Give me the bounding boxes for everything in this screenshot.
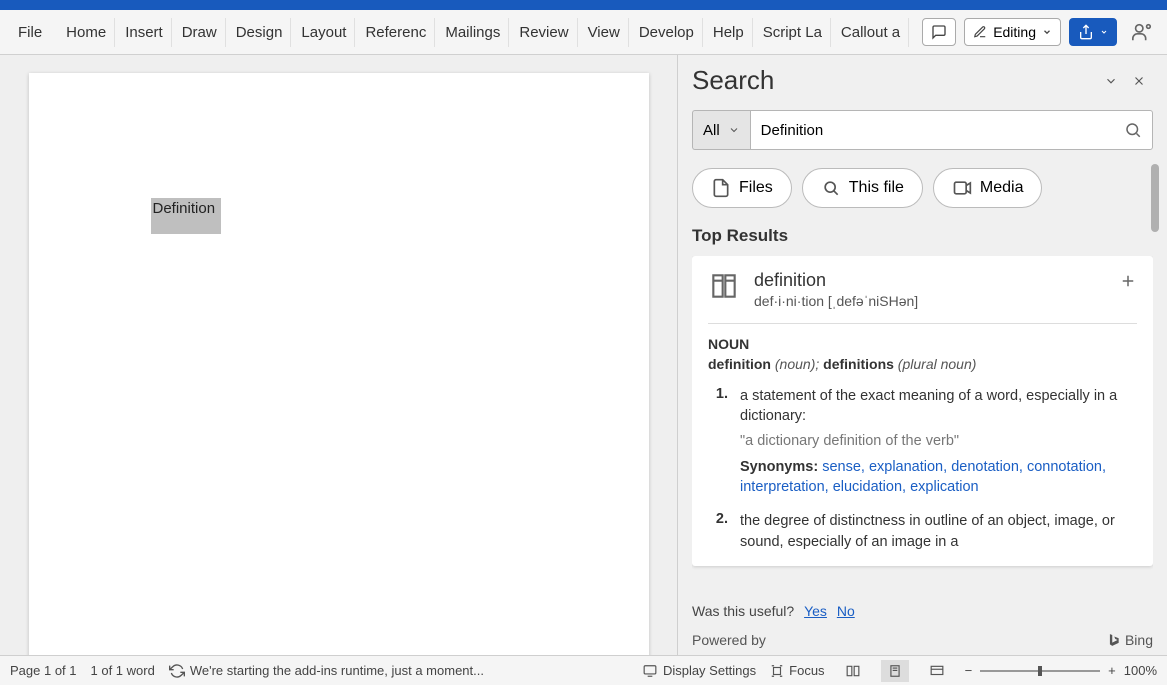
synonym-link[interactable]: denotation, [951,459,1023,475]
account-button[interactable] [1127,21,1157,43]
def-number: 2. [708,511,728,552]
plus-icon [1119,272,1137,290]
close-icon [1132,74,1146,88]
status-page[interactable]: Page 1 of 1 [10,663,77,678]
chip-label: Media [980,179,1024,197]
share-button[interactable] [1069,18,1117,46]
synonym-link[interactable]: explication [910,479,979,495]
def-example: "a dictionary definition of the verb" [740,431,1137,451]
chip-files[interactable]: Files [692,168,792,208]
synonym-link[interactable]: explanation, [869,459,947,475]
web-layout-button[interactable] [923,660,951,682]
focus-icon [770,664,784,678]
def-text: a statement of the exact meaning of a wo… [740,386,1137,427]
display-icon [642,664,658,678]
file-icon [711,178,731,198]
pane-title: Search [692,65,1097,96]
bing-logo[interactable]: Bing [1107,631,1153,649]
tab-draw[interactable]: Draw [174,18,226,47]
refresh-icon [169,663,185,679]
feedback-row: Was this useful? Yes No [692,603,1153,619]
read-mode-button[interactable] [839,660,867,682]
display-settings-button[interactable]: Display Settings [642,663,756,678]
tab-insert[interactable]: Insert [117,18,172,47]
search-input[interactable] [761,122,1124,139]
pane-close-button[interactable] [1125,67,1153,95]
tab-mailings[interactable]: Mailings [437,18,509,47]
useful-label: Was this useful? [692,603,794,619]
tab-scriptlab[interactable]: Script La [755,18,831,47]
status-message: We're starting the add-ins runtime, just… [169,663,484,679]
tab-file[interactable]: File [10,18,56,47]
synonym-link[interactable]: elucidation, [833,479,906,495]
useful-no[interactable]: No [837,603,855,619]
search-input-wrap[interactable] [750,110,1153,150]
zoom-level[interactable]: 100% [1124,663,1157,678]
card-pronunciation: def·i·ni·tion [ˌdefəˈniSHən] [754,293,918,309]
tab-review[interactable]: Review [511,18,577,47]
main-area: Definition Search All [0,55,1167,655]
search-scope-dropdown[interactable]: All [692,110,750,150]
zoom-slider[interactable] [980,670,1100,672]
document-viewport[interactable]: Definition [0,55,677,655]
zoom-out-button[interactable]: − [965,663,973,678]
part-of-speech: NOUN [708,336,1137,352]
search-file-icon [821,178,841,198]
comments-button[interactable] [922,18,956,46]
status-words[interactable]: 1 of 1 word [91,663,155,678]
selected-text-highlight[interactable]: Definition [151,198,222,234]
useful-yes[interactable]: Yes [804,603,827,619]
def-number: 1. [708,386,728,497]
tab-developer[interactable]: Develop [631,18,703,47]
synonym-link[interactable]: connotation, [1027,459,1106,475]
synonym-link[interactable]: sense, [822,459,865,475]
tab-layout[interactable]: Layout [293,18,355,47]
media-icon [952,178,972,198]
synonym-link[interactable]: interpretation, [740,479,829,495]
pane-collapse-button[interactable] [1097,67,1125,95]
def-text: the degree of distinctness in outline of… [740,511,1137,552]
tab-help[interactable]: Help [705,18,753,47]
scope-label: All [703,122,720,139]
chip-thisfile[interactable]: This file [802,168,923,208]
chip-label: This file [849,179,904,197]
chevron-down-icon [728,124,740,136]
print-layout-button[interactable] [881,660,909,682]
chip-media[interactable]: Media [933,168,1043,208]
document-page[interactable]: Definition [29,73,649,655]
status-bar: Page 1 of 1 1 of 1 word We're starting t… [0,655,1167,685]
pane-scrollbar[interactable] [1151,164,1159,232]
top-results-heading: Top Results [692,226,1153,246]
ribbon: File Home Insert Draw Design Layout Refe… [0,10,1167,55]
word-forms: definition (noun); definitions (plural n… [708,356,1137,372]
dictionary-icon [708,270,740,302]
synonyms-label: Synonyms: [740,459,822,475]
tab-view[interactable]: View [580,18,629,47]
zoom-in-button[interactable]: + [1108,663,1116,678]
tab-design[interactable]: Design [228,18,292,47]
title-bar [0,0,1167,10]
chevron-down-icon [1104,74,1118,88]
definition-card: definition def·i·ni·tion [ˌdefəˈniSHən] … [692,256,1153,566]
editing-mode-button[interactable]: Editing [964,18,1061,46]
card-word: definition [754,270,918,291]
search-icon[interactable] [1124,121,1142,139]
tab-callout[interactable]: Callout a [833,18,909,47]
synonyms-row: Synonyms: sense, explanation, denotation… [740,457,1137,498]
tab-references[interactable]: Referenc [357,18,435,47]
chip-label: Files [739,179,773,197]
search-pane: Search All Files [677,55,1167,655]
powered-by-label: Powered by [692,632,766,648]
card-expand-button[interactable] [1119,270,1137,296]
document-text: Definition [153,200,216,217]
chevron-down-icon [1042,27,1052,37]
tab-home[interactable]: Home [58,18,115,47]
bing-icon [1107,631,1121,649]
editing-label: Editing [993,24,1036,40]
focus-button[interactable]: Focus [770,663,824,678]
